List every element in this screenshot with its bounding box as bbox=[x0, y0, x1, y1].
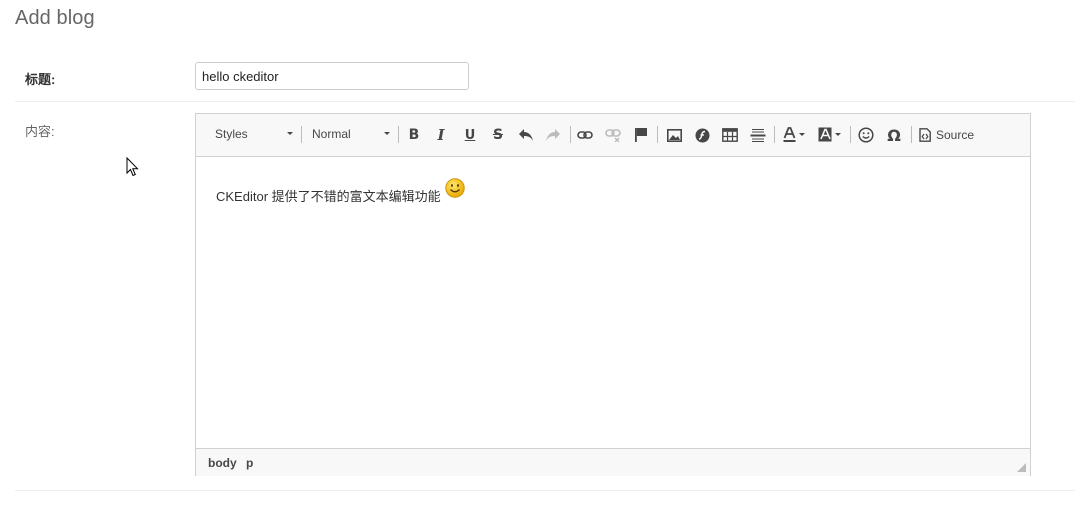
title-label: 标题: bbox=[25, 72, 56, 87]
rich-text-editor: Styles Normal B I U S Ω Source CKEditor … bbox=[195, 113, 1031, 476]
source-label: Source bbox=[936, 128, 975, 142]
styles-combo-label: Styles bbox=[215, 127, 248, 141]
chevron-down-icon bbox=[287, 132, 293, 135]
link-icon bbox=[577, 131, 593, 139]
content-label: 内容: bbox=[25, 124, 55, 139]
italic-icon: I bbox=[437, 126, 445, 144]
redo-icon bbox=[546, 129, 560, 141]
background-color-icon bbox=[818, 127, 841, 142]
smiley-button[interactable] bbox=[855, 124, 877, 146]
special-char-icon: Ω bbox=[887, 125, 901, 145]
editor-content-area[interactable]: CKEditor 提供了不错的富文本编辑功能 bbox=[196, 157, 1030, 447]
unlink-button[interactable] bbox=[602, 124, 624, 146]
resize-handle-icon[interactable] bbox=[1017, 463, 1026, 472]
underline-icon: U bbox=[464, 127, 476, 143]
source-icon bbox=[919, 128, 931, 142]
page-title: Add blog bbox=[15, 7, 95, 29]
flash-icon bbox=[695, 128, 709, 142]
element-path-body[interactable]: body bbox=[208, 456, 237, 470]
text-color-button[interactable] bbox=[781, 124, 809, 146]
toolbar-separator bbox=[850, 126, 851, 143]
divider bbox=[15, 490, 1075, 491]
image-icon bbox=[666, 128, 682, 142]
redo-button[interactable] bbox=[542, 124, 564, 146]
mouse-cursor-icon bbox=[126, 157, 139, 177]
title-input[interactable] bbox=[195, 62, 469, 90]
text-color-icon bbox=[783, 127, 805, 142]
anchor-flag-icon bbox=[635, 128, 647, 142]
toolbar-separator bbox=[657, 126, 658, 143]
smiley-icon bbox=[858, 127, 874, 143]
toolbar-separator bbox=[570, 126, 571, 143]
source-button[interactable]: Source bbox=[919, 124, 974, 146]
anchor-button[interactable] bbox=[630, 124, 652, 146]
smiley-emoticon-icon bbox=[445, 178, 465, 198]
format-combo[interactable]: Normal bbox=[312, 124, 390, 144]
element-path-p[interactable]: p bbox=[246, 456, 253, 470]
chevron-down-icon bbox=[384, 132, 390, 135]
editor-toolbar: Styles Normal B I U S Ω Source bbox=[196, 114, 1030, 157]
toolbar-separator bbox=[398, 126, 399, 143]
format-combo-label: Normal bbox=[312, 127, 351, 141]
bold-icon: B bbox=[408, 127, 420, 143]
table-icon bbox=[722, 128, 738, 142]
toolbar-separator bbox=[911, 126, 912, 143]
styles-combo[interactable]: Styles bbox=[215, 124, 293, 144]
unlink-icon bbox=[605, 129, 621, 142]
toolbar-separator bbox=[774, 126, 775, 143]
table-button[interactable] bbox=[719, 124, 741, 146]
underline-button[interactable]: U bbox=[459, 124, 481, 146]
image-button[interactable] bbox=[663, 124, 685, 146]
background-color-button[interactable] bbox=[816, 124, 844, 146]
bold-button[interactable]: B bbox=[403, 124, 425, 146]
flash-button[interactable] bbox=[691, 124, 713, 146]
toolbar-separator bbox=[301, 126, 302, 143]
editor-statusbar: body p bbox=[196, 448, 1030, 476]
link-button[interactable] bbox=[574, 124, 596, 146]
divider bbox=[15, 101, 1075, 102]
undo-icon bbox=[519, 129, 533, 141]
editor-content-text[interactable]: CKEditor 提供了不错的富文本编辑功能 bbox=[216, 186, 441, 205]
italic-button[interactable]: I bbox=[430, 124, 452, 146]
special-char-button[interactable]: Ω bbox=[883, 124, 905, 146]
horizontal-rule-icon bbox=[750, 128, 766, 142]
horizontal-rule-button[interactable] bbox=[747, 124, 769, 146]
add-blog-page: Add blog 标题: 内容: Styles Normal B I bbox=[0, 0, 1075, 505]
strikethrough-button[interactable]: S bbox=[487, 124, 509, 146]
undo-button[interactable] bbox=[515, 124, 537, 146]
strikethrough-icon: S bbox=[492, 127, 504, 143]
